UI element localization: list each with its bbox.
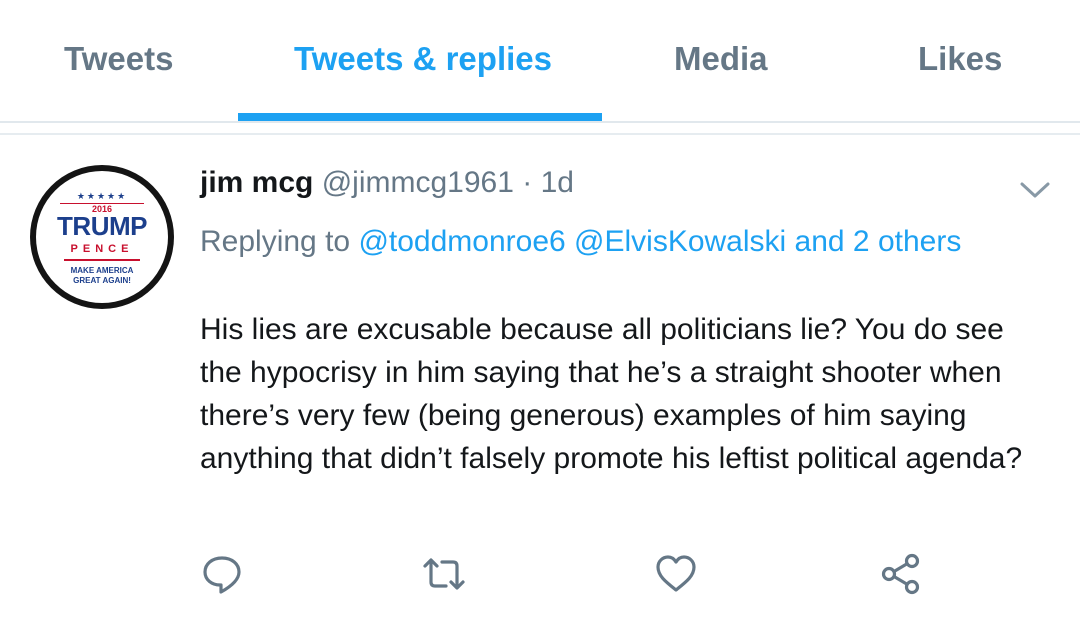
replying-to-label: Replying to: [200, 225, 351, 258]
chevron-down-icon[interactable]: [1018, 176, 1052, 204]
profile-tabs: Tweets Tweets & replies Media Likes: [0, 0, 1080, 121]
reply-button[interactable]: [200, 552, 244, 596]
reply-icon: [203, 556, 241, 594]
avatar-slogan-line2: GREAT AGAIN!: [73, 276, 131, 285]
tabs-divider: [0, 121, 1080, 123]
tweet-header: jim mcg @jimmcg1961 · 1d: [200, 164, 574, 202]
active-tab-indicator: [238, 113, 602, 121]
avatar-name: TRUMP: [57, 211, 147, 241]
tweet-text: His lies are excusable because all polit…: [200, 313, 1023, 475]
display-name[interactable]: jim mcg: [200, 166, 313, 199]
profile-timeline: Tweets Tweets & replies Media Likes ★★★★…: [0, 0, 1080, 621]
tweet-timestamp[interactable]: 1d: [541, 166, 574, 199]
avatar-running-mate: PENCE: [70, 243, 134, 255]
avatar-slogan: MAKE AMERICA GREAT AGAIN!: [36, 266, 168, 286]
header-separator: ·: [522, 166, 533, 199]
replying-to: Replying to @toddmonroe6 @ElvisKowalski …: [200, 220, 1020, 263]
tab-likes[interactable]: Likes: [918, 40, 1002, 78]
avatar-slogan-line1: MAKE AMERICA: [70, 266, 134, 275]
avatar-button-image: ★★★★★ 2016 TRUMP PENCE MAKE AMERICA GREA…: [36, 171, 168, 303]
avatar-stars: ★★★★★: [76, 191, 128, 201]
user-handle[interactable]: @jimmcg1961: [322, 166, 514, 199]
tab-tweets-and-replies[interactable]: Tweets & replies: [294, 40, 552, 78]
mention-link[interactable]: @toddmonroe6: [358, 225, 565, 258]
avatar-rule: [64, 259, 140, 261]
share-icon: [881, 553, 920, 595]
share-button[interactable]: [879, 552, 923, 596]
retweet-icon: [423, 558, 465, 590]
tab-tweets[interactable]: Tweets: [64, 40, 173, 78]
retweet-button[interactable]: [422, 552, 466, 596]
tab-media[interactable]: Media: [674, 40, 768, 78]
like-button[interactable]: [654, 552, 698, 596]
mention-link[interactable]: @ElvisKowalski: [574, 225, 786, 258]
and-others-link[interactable]: and 2 others: [795, 225, 962, 258]
section-divider: [0, 133, 1080, 135]
heart-icon: [656, 555, 696, 592]
avatar[interactable]: ★★★★★ 2016 TRUMP PENCE MAKE AMERICA GREA…: [30, 165, 174, 309]
